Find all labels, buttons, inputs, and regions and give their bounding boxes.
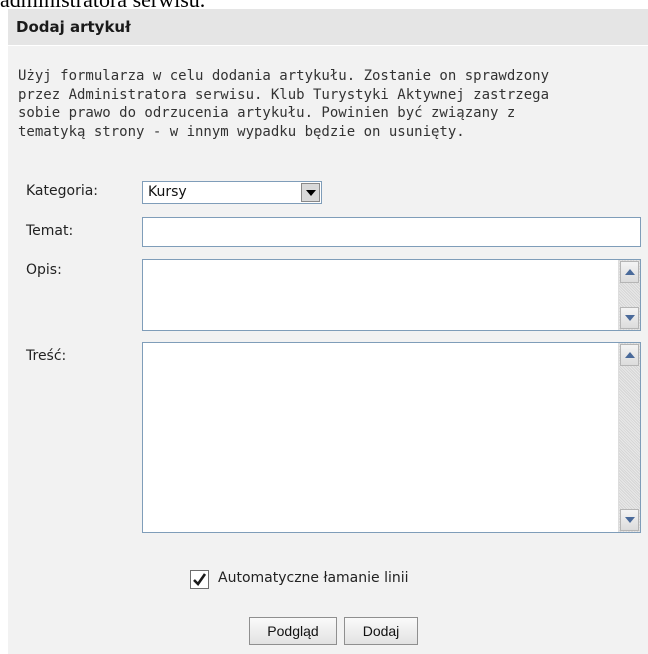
arrow-down-icon: [625, 517, 635, 523]
partial-top-text: administratora serwisu.: [0, 0, 648, 9]
tresc-scroll-up-button[interactable]: [620, 344, 639, 366]
tresc-scrollbar[interactable]: [618, 343, 640, 532]
tresc-label: Treść:: [26, 348, 67, 364]
intro-line-1: Użyj formularza w celu dodania artykułu.…: [18, 68, 550, 84]
intro-line-4: tematyką strony - w innym wypadku będzie…: [18, 123, 465, 140]
kategoria-select-value: Kursy: [148, 184, 187, 200]
auto-wrap-checkbox[interactable]: [190, 570, 209, 589]
add-article-panel: Dodaj artykuł Użyj formularza w celu dod…: [8, 9, 648, 654]
opis-scrollbar[interactable]: [618, 260, 640, 330]
panel-title: Dodaj artykuł: [16, 18, 131, 36]
temat-input[interactable]: [142, 217, 641, 247]
opis-label: Opis:: [26, 262, 62, 278]
arrow-down-icon: [625, 315, 635, 321]
opis-scroll-up-button[interactable]: [620, 261, 639, 283]
intro-line-2: przez Administratora serwisu. Klub Turys…: [18, 86, 550, 103]
kategoria-select[interactable]: Kursy: [142, 181, 322, 204]
panel-header: Dodaj artykuł: [8, 9, 648, 46]
tresc-scroll-down-button[interactable]: [620, 509, 639, 531]
kategoria-label: Kategoria:: [26, 183, 99, 199]
arrow-up-icon: [625, 269, 635, 275]
preview-button[interactable]: Podgląd: [249, 617, 337, 645]
intro-text: Użyj formularza w celu dodania artykułu.…: [18, 67, 648, 141]
intro-line-3: sobie prawo do odrzucenia artykułu. Powi…: [18, 105, 516, 121]
checkmark-icon: [193, 573, 207, 587]
chevron-down-icon: [306, 190, 316, 196]
opis-scroll-down-button[interactable]: [620, 307, 639, 329]
arrow-up-icon: [625, 352, 635, 358]
tresc-textarea[interactable]: [142, 342, 641, 533]
add-button[interactable]: Dodaj: [344, 617, 418, 645]
opis-textarea[interactable]: [142, 259, 641, 331]
temat-label: Temat:: [26, 223, 74, 239]
auto-wrap-label: Automatyczne łamanie linii: [218, 570, 409, 586]
dropdown-button[interactable]: [301, 183, 320, 202]
